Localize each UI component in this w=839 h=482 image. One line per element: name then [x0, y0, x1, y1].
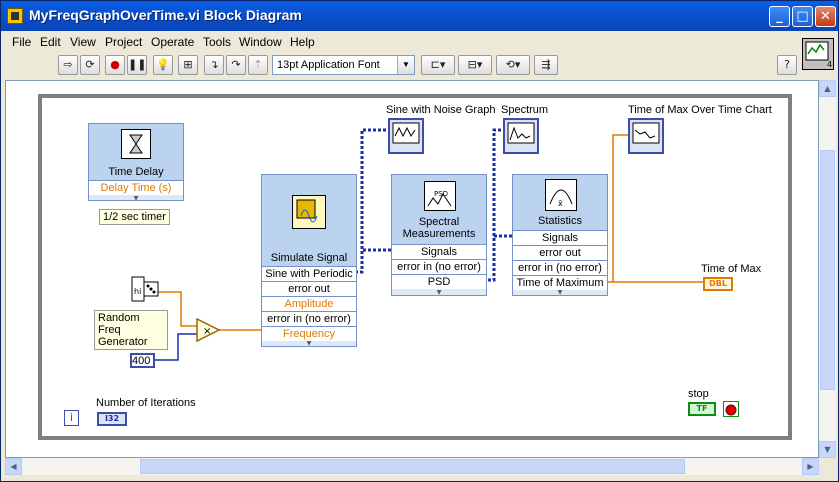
- timer-comment: 1/2 sec timer: [99, 209, 170, 225]
- terminal-error-out[interactable]: error out: [262, 281, 356, 296]
- stop-label: stop: [688, 388, 709, 400]
- font-selector[interactable]: 13pt Application Font ▼: [272, 55, 415, 75]
- terminal-sine-with-periodic[interactable]: Sine with Periodic: [262, 266, 356, 281]
- horizontal-scrollbar[interactable]: ◀ ▶: [5, 458, 819, 475]
- random-freq-label: Random Freq Generator: [94, 310, 168, 350]
- simulate-signal-title: Simulate Signal: [270, 252, 348, 264]
- retain-wire-values-icon[interactable]: ⊞: [178, 55, 198, 75]
- menu-file[interactable]: File: [12, 35, 31, 49]
- terminal-psd[interactable]: PSD: [392, 274, 486, 289]
- menu-bar: File Edit View Project Operate Tools Win…: [1, 31, 800, 53]
- chevron-down-icon: ▼: [133, 195, 139, 202]
- menu-project[interactable]: Project: [105, 35, 142, 49]
- menu-tools[interactable]: Tools: [203, 35, 231, 49]
- iterations-indicator[interactable]: I32: [97, 412, 127, 426]
- terminal-error-in[interactable]: error in (no error): [392, 259, 486, 274]
- scroll-left-icon[interactable]: ◀: [5, 458, 22, 475]
- svg-text:PSD: PSD: [434, 190, 448, 198]
- delay-time-terminal[interactable]: Delay Time (s): [89, 180, 183, 195]
- menu-help[interactable]: Help: [290, 35, 315, 49]
- scroll-right-icon[interactable]: ▶: [802, 458, 819, 475]
- svg-text:hi: hi: [134, 287, 141, 296]
- chevron-down-icon: ▼: [436, 289, 442, 296]
- close-button[interactable]: ✕: [815, 6, 836, 27]
- menu-edit[interactable]: Edit: [40, 35, 61, 49]
- spectrum-label: Spectrum: [501, 104, 549, 116]
- terminal-error-in[interactable]: error in (no error): [262, 311, 356, 326]
- terminal-time-of-maximum[interactable]: Time of Maximum: [513, 275, 607, 290]
- time-of-max-indicator[interactable]: DBL: [703, 277, 733, 291]
- time-chart-label: Time of Max Over Time Chart: [628, 104, 772, 116]
- labview-vi-icon: [7, 8, 23, 24]
- window-title: MyFreqGraphOverTime.vi Block Diagram: [29, 7, 302, 23]
- svg-text:4: 4: [827, 60, 832, 69]
- time-delay-node[interactable]: Time Delay Delay Time (s) ▼: [88, 123, 184, 202]
- chevron-down-icon: ▼: [397, 56, 414, 74]
- terminal-signals[interactable]: Signals: [513, 230, 607, 245]
- vertical-scroll-thumb[interactable]: [820, 150, 835, 390]
- iterations-label: Number of Iterations: [96, 397, 196, 409]
- font-selector-value: 13pt Application Font: [277, 59, 380, 71]
- psd-icon: PSD: [424, 181, 456, 211]
- block-diagram-canvas[interactable]: × Time Delay Delay Time (s) ▼ 1/2 sec ti…: [5, 80, 819, 458]
- sine-graph-label: Sine with Noise Graph: [386, 104, 496, 116]
- time-delay-title: Time Delay: [108, 166, 164, 178]
- distribute-objects-icon[interactable]: ⊟▾: [458, 55, 492, 75]
- minimize-button[interactable]: _: [769, 6, 790, 27]
- hourglass-icon: [121, 129, 151, 159]
- run-arrow-icon[interactable]: ⇨: [58, 55, 78, 75]
- time-of-max-label: Time of Max: [701, 263, 762, 275]
- align-objects-icon[interactable]: ⊏▾: [421, 55, 455, 75]
- terminal-signals[interactable]: Signals: [392, 244, 486, 259]
- step-out-icon[interactable]: ⇡: [248, 55, 268, 75]
- step-into-icon[interactable]: ↴: [204, 55, 224, 75]
- spectral-title: Spectral Measurements: [402, 216, 476, 240]
- context-help-icon[interactable]: ?: [777, 55, 797, 75]
- chevron-down-icon: ▼: [306, 340, 312, 347]
- toolbar: ⇨ ⟳ ● ❚❚ 💡 ⊞ ↴ ↷ ⇡ 13pt Application Font…: [1, 53, 800, 79]
- vertical-scrollbar[interactable]: ▲ ▼: [819, 80, 836, 458]
- svg-text:x̄: x̄: [558, 199, 563, 208]
- waveform-graph-icon[interactable]: [388, 118, 424, 154]
- menu-view[interactable]: View: [70, 35, 96, 49]
- spectrum-graph-icon[interactable]: [503, 118, 539, 154]
- abort-icon[interactable]: ●: [105, 55, 125, 75]
- menu-window[interactable]: Window: [239, 35, 282, 49]
- clean-up-diagram-icon[interactable]: ⇶: [534, 55, 558, 75]
- block-diagram-window: MyFreqGraphOverTime.vi Block Diagram _ □…: [0, 0, 839, 482]
- spectral-measurements-node[interactable]: PSD Spectral Measurements Signals error …: [391, 174, 487, 296]
- vi-connector-icon[interactable]: 4: [802, 38, 834, 70]
- horizontal-scroll-thumb[interactable]: [140, 459, 685, 474]
- simulate-signal-icon: [292, 195, 326, 229]
- scroll-up-icon[interactable]: ▲: [819, 80, 836, 97]
- step-over-icon[interactable]: ↷: [226, 55, 246, 75]
- title-bar[interactable]: MyFreqGraphOverTime.vi Block Diagram _ □…: [1, 1, 838, 31]
- stop-terminal[interactable]: TF: [688, 402, 716, 416]
- menu-operate[interactable]: Operate: [151, 35, 194, 49]
- statistics-node[interactable]: x̄ Statistics Signals error out error in…: [512, 174, 608, 296]
- simulate-signal-node[interactable]: Simulate Signal Sine with Periodic error…: [261, 174, 357, 347]
- statistics-title: Statistics: [537, 215, 582, 227]
- reorder-icon[interactable]: ⟲▾: [496, 55, 530, 75]
- scroll-down-icon[interactable]: ▼: [819, 441, 836, 458]
- chevron-down-icon: ▼: [557, 289, 563, 296]
- maximize-button[interactable]: □: [792, 6, 813, 27]
- highlight-execution-icon[interactable]: 💡: [153, 55, 173, 75]
- iteration-terminal[interactable]: i: [64, 410, 79, 426]
- terminal-amplitude[interactable]: Amplitude: [262, 296, 356, 311]
- const-400[interactable]: 400: [130, 353, 155, 368]
- terminal-error-out[interactable]: error out: [513, 245, 607, 260]
- dice-icon[interactable]: hi: [131, 276, 161, 306]
- stop-condition-icon[interactable]: [723, 401, 739, 417]
- waveform-chart-icon[interactable]: [628, 118, 664, 154]
- run-continuously-icon[interactable]: ⟳: [80, 55, 100, 75]
- pause-icon[interactable]: ❚❚: [127, 55, 147, 75]
- statistics-icon: x̄: [545, 179, 577, 211]
- terminal-frequency[interactable]: Frequency: [262, 326, 356, 341]
- terminal-error-in[interactable]: error in (no error): [513, 260, 607, 275]
